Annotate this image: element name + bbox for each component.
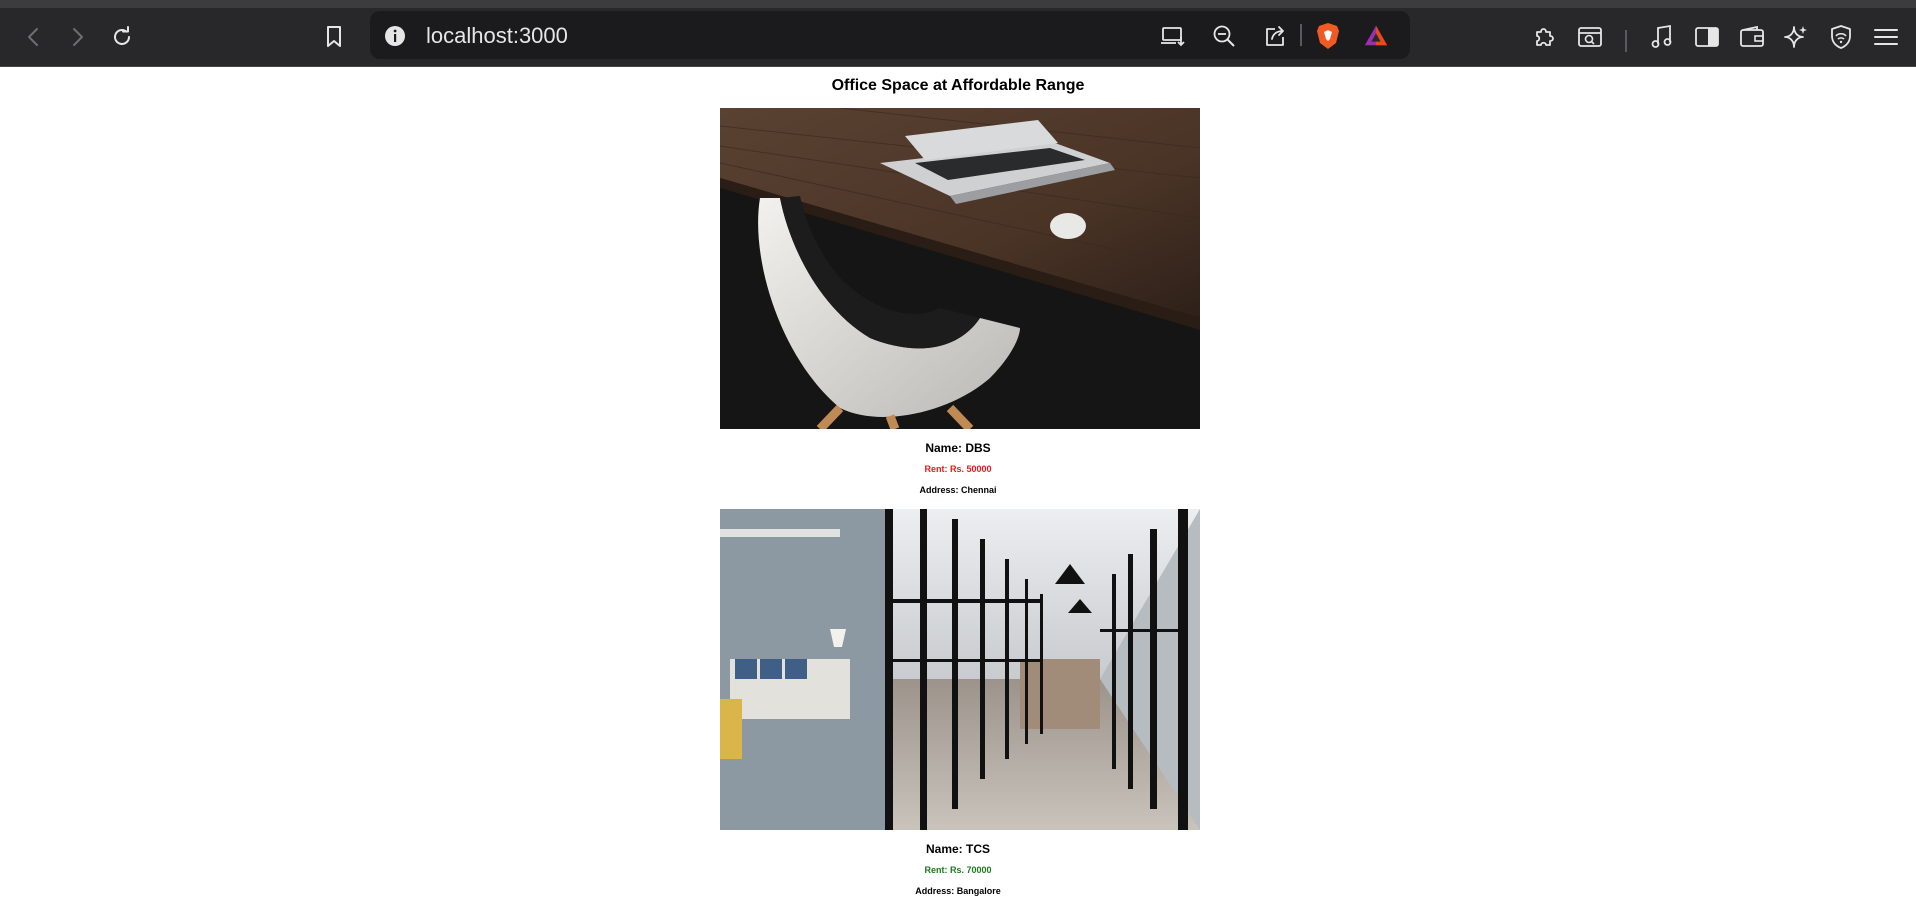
browser-toolbar: localhost:3000 bbox=[0, 8, 1916, 67]
toolbar-divider bbox=[1625, 30, 1627, 52]
reload-icon[interactable] bbox=[107, 22, 137, 52]
menu-icon[interactable] bbox=[1871, 22, 1901, 52]
bookmark-icon[interactable] bbox=[319, 22, 349, 52]
page-title: Office Space at Affordable Range bbox=[831, 77, 1085, 94]
zoom-out-icon[interactable] bbox=[1211, 23, 1237, 49]
extensions-icon[interactable] bbox=[1530, 22, 1560, 52]
share-icon[interactable] bbox=[1262, 23, 1288, 49]
office-name-tcs: Name: TCS bbox=[925, 842, 990, 856]
url-text[interactable]: localhost:3000 bbox=[426, 23, 568, 49]
office-name-dbs: Name: DBS bbox=[925, 441, 991, 455]
office-image-dbs bbox=[720, 108, 1200, 429]
brave-rewards-icon[interactable] bbox=[1363, 23, 1389, 49]
leo-ai-icon[interactable] bbox=[1781, 22, 1811, 52]
window-top-strip bbox=[0, 0, 1916, 8]
wallet-icon[interactable] bbox=[1737, 22, 1767, 52]
laptop-desk-chair-photo bbox=[720, 108, 1200, 429]
site-info-icon[interactable] bbox=[382, 23, 408, 49]
glass-office-corridor-photo bbox=[720, 509, 1200, 830]
address-bar[interactable]: localhost:3000 bbox=[370, 11, 1410, 59]
office-rent-dbs: Rent: Rs. 50000 bbox=[924, 464, 992, 474]
page-search-icon[interactable] bbox=[1575, 22, 1605, 52]
forward-icon[interactable] bbox=[62, 22, 92, 52]
office-image-tcs bbox=[720, 509, 1200, 830]
install-icon[interactable] bbox=[1160, 23, 1186, 49]
back-icon[interactable] bbox=[19, 22, 49, 52]
media-icon[interactable] bbox=[1647, 22, 1677, 52]
url-divider bbox=[1300, 24, 1302, 46]
office-rent-tcs: Rent: Rs. 70000 bbox=[924, 865, 992, 875]
vpn-icon[interactable] bbox=[1826, 22, 1856, 52]
office-address-tcs: Address: Bangalore bbox=[915, 886, 1001, 896]
office-address-dbs: Address: Chennai bbox=[919, 485, 997, 495]
page-body: Office Space at Affordable Range Name: D… bbox=[0, 67, 1916, 917]
brave-shields-icon[interactable] bbox=[1315, 23, 1341, 49]
sidebar-icon[interactable] bbox=[1692, 22, 1722, 52]
